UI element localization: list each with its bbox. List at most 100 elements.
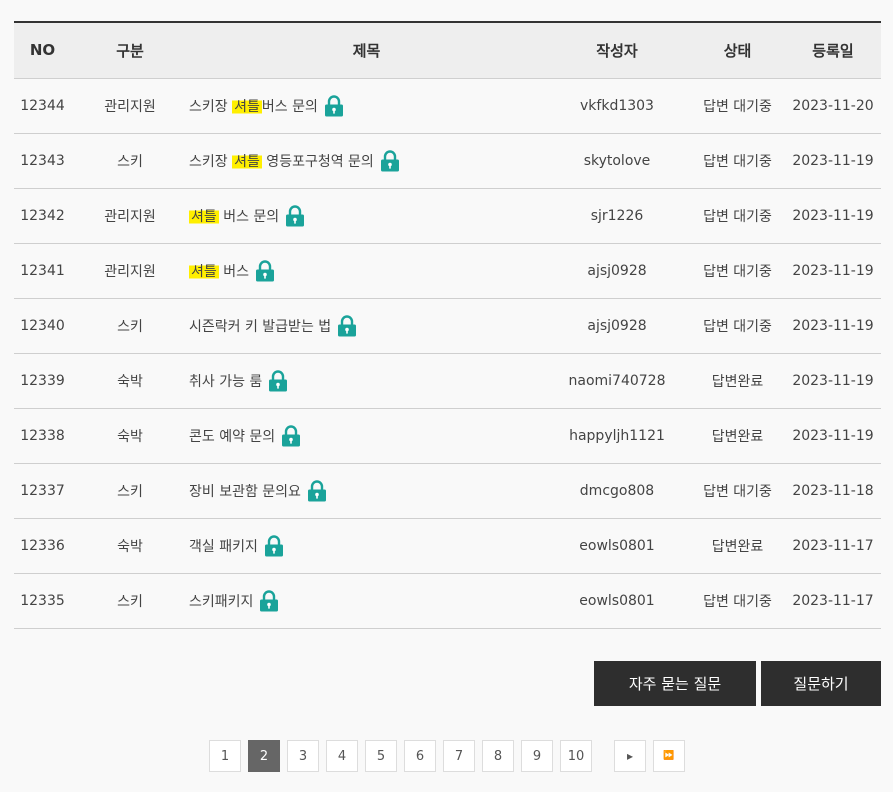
table-row[interactable]: 12335 스키 스키패키지 eowls0801 답변 대기중 2023-11-17 xyxy=(14,573,881,629)
row-author: naomi740728 xyxy=(544,353,690,409)
row-title[interactable]: 셔틀 버스 xyxy=(189,243,544,299)
table-row[interactable]: 12336 숙박 객실 패키지 eowls0801 답변완료 2023-11-17 xyxy=(14,518,881,574)
faq-button[interactable]: 자주 묻는 질문 xyxy=(594,661,756,706)
row-title-text: 스키장 셔틀 영등포구청역 문의 xyxy=(189,151,374,171)
row-title-link[interactable]: 장비 보관함 문의요 xyxy=(189,479,327,502)
row-status: 답변 대기중 xyxy=(690,243,785,299)
lock-icon xyxy=(285,204,305,227)
row-category: 숙박 xyxy=(71,408,189,464)
row-no: 12335 xyxy=(14,573,71,629)
page-link-9[interactable]: 9 xyxy=(521,740,553,772)
lock-icon xyxy=(337,314,357,337)
title-search-highlight: 셔틀 xyxy=(232,153,262,170)
title-text-after: 버스 문의 xyxy=(218,208,280,225)
page-link-2[interactable]: 2 xyxy=(248,740,280,772)
row-title[interactable]: 시즌락커 키 발급받는 법 xyxy=(189,298,544,354)
row-title[interactable]: 콘도 예약 문의 xyxy=(189,408,544,464)
row-title[interactable]: 취사 가능 룸 xyxy=(189,353,544,409)
row-status: 답변 대기중 xyxy=(690,298,785,354)
row-no: 12340 xyxy=(14,298,71,354)
row-category: 관리지원 xyxy=(71,243,189,299)
lock-icon xyxy=(264,534,284,557)
title-text-after: 버스 xyxy=(218,263,249,280)
row-category: 관리지원 xyxy=(71,188,189,244)
title-search-highlight: 셔틀 xyxy=(232,98,262,115)
row-title[interactable]: 객실 패키지 xyxy=(189,518,544,574)
page-link-10[interactable]: 10 xyxy=(560,740,592,772)
lock-icon xyxy=(380,149,400,172)
row-category: 스키 xyxy=(71,463,189,519)
row-title-link[interactable]: 스키장 셔틀 영등포구청역 문의 xyxy=(189,149,400,172)
row-author: vkfkd1303 xyxy=(544,78,690,134)
next-page-icon[interactable]: ▸ xyxy=(614,740,646,772)
row-no: 12339 xyxy=(14,353,71,409)
row-title-link[interactable]: 취사 가능 룸 xyxy=(189,369,288,392)
header-category: 구분 xyxy=(71,21,189,79)
row-title-text: 콘도 예약 문의 xyxy=(189,426,275,446)
table-row[interactable]: 12342 관리지원 셔틀 버스 문의 sjr1226 답변 대기중 2023-11-19 xyxy=(14,188,881,244)
row-title-link[interactable]: 콘도 예약 문의 xyxy=(189,424,301,447)
page-link-4[interactable]: 4 xyxy=(326,740,358,772)
row-title-link[interactable]: 셔틀 버스 xyxy=(189,259,275,282)
row-title[interactable]: 장비 보관함 문의요 xyxy=(189,463,544,519)
table-row[interactable]: 12343 스키 스키장 셔틀 영등포구청역 문의 skytolove 답변 대기중 20… xyxy=(14,133,881,189)
row-date: 2023-11-19 xyxy=(785,408,881,464)
row-date: 2023-11-19 xyxy=(785,133,881,189)
page-link-1[interactable]: 1 xyxy=(209,740,241,772)
row-title-text: 시즌락커 키 발급받는 법 xyxy=(189,316,331,336)
row-status: 답변 대기중 xyxy=(690,463,785,519)
row-no: 12343 xyxy=(14,133,71,189)
title-text-after: 버스 문의 xyxy=(261,98,318,115)
lock-icon xyxy=(324,94,344,117)
row-status: 답변완료 xyxy=(690,353,785,409)
qna-board-table: NO 구분 제목 작성자 상태 등록일 12344 관리지원 스키장 셔틀 버스 문의… xyxy=(14,21,881,629)
row-title[interactable]: 스키패키지 xyxy=(189,573,544,629)
row-status: 답변 대기중 xyxy=(690,188,785,244)
row-status: 답변완료 xyxy=(690,408,785,464)
header-author: 작성자 xyxy=(544,21,690,79)
row-title-link[interactable]: 객실 패키지 xyxy=(189,534,284,557)
page-link-8[interactable]: 8 xyxy=(482,740,514,772)
pagination: 1 2 3 4 5 6 7 8 9 10 ▸ ⏩ xyxy=(209,740,692,772)
row-title-link[interactable]: 셔틀 버스 문의 xyxy=(189,204,305,227)
action-buttons: 자주 묻는 질문 질문하기 xyxy=(594,661,881,706)
page-link-7[interactable]: 7 xyxy=(443,740,475,772)
title-text-before: 객실 패키지 xyxy=(189,538,258,555)
table-row[interactable]: 12339 숙박 취사 가능 룸 naomi740728 답변완료 2023-11-19 xyxy=(14,353,881,409)
row-category: 관리지원 xyxy=(71,78,189,134)
row-title-text: 셔틀 버스 xyxy=(189,261,249,281)
row-no: 12338 xyxy=(14,408,71,464)
row-title[interactable]: 스키장 셔틀 버스 문의 xyxy=(189,78,544,134)
row-title[interactable]: 스키장 셔틀 영등포구청역 문의 xyxy=(189,133,544,189)
table-row[interactable]: 12340 스키 시즌락커 키 발급받는 법 ajsj0928 답변 대기중 2023-1… xyxy=(14,298,881,354)
table-row[interactable]: 12344 관리지원 스키장 셔틀 버스 문의 vkfkd1303 답변 대기중 2023-… xyxy=(14,78,881,134)
table-row[interactable]: 12337 스키 장비 보관함 문의요 dmcgo808 답변 대기중 2023-11-1… xyxy=(14,463,881,519)
row-category: 스키 xyxy=(71,133,189,189)
title-search-highlight: 셔틀 xyxy=(189,263,219,280)
lock-icon xyxy=(255,259,275,282)
row-title-link[interactable]: 스키장 셔틀 버스 문의 xyxy=(189,94,344,117)
table-row[interactable]: 12341 관리지원 셔틀 버스 ajsj0928 답변 대기중 2023-11-19 xyxy=(14,243,881,299)
row-author: happyljh1121 xyxy=(544,408,690,464)
ask-question-button[interactable]: 질문하기 xyxy=(761,661,881,706)
row-title-text: 객실 패키지 xyxy=(189,536,258,556)
title-text-before: 스키장 xyxy=(189,98,233,115)
last-page-icon[interactable]: ⏩ xyxy=(653,740,685,772)
page-link-6[interactable]: 6 xyxy=(404,740,436,772)
row-title-text: 장비 보관함 문의요 xyxy=(189,481,301,501)
row-date: 2023-11-18 xyxy=(785,463,881,519)
table-row[interactable]: 12338 숙박 콘도 예약 문의 happyljh1121 답변완료 2023-11-1… xyxy=(14,408,881,464)
row-title-link[interactable]: 시즌락커 키 발급받는 법 xyxy=(189,314,357,337)
row-title-text: 취사 가능 룸 xyxy=(189,371,262,391)
row-date: 2023-11-17 xyxy=(785,518,881,574)
row-title-text: 셔틀 버스 문의 xyxy=(189,206,279,226)
row-author: ajsj0928 xyxy=(544,243,690,299)
row-date: 2023-11-17 xyxy=(785,573,881,629)
row-no: 12336 xyxy=(14,518,71,574)
title-text-before: 스키장 xyxy=(189,153,233,170)
row-title-link[interactable]: 스키패키지 xyxy=(189,589,279,612)
row-category: 숙박 xyxy=(71,353,189,409)
page-link-5[interactable]: 5 xyxy=(365,740,397,772)
row-title[interactable]: 셔틀 버스 문의 xyxy=(189,188,544,244)
page-link-3[interactable]: 3 xyxy=(287,740,319,772)
